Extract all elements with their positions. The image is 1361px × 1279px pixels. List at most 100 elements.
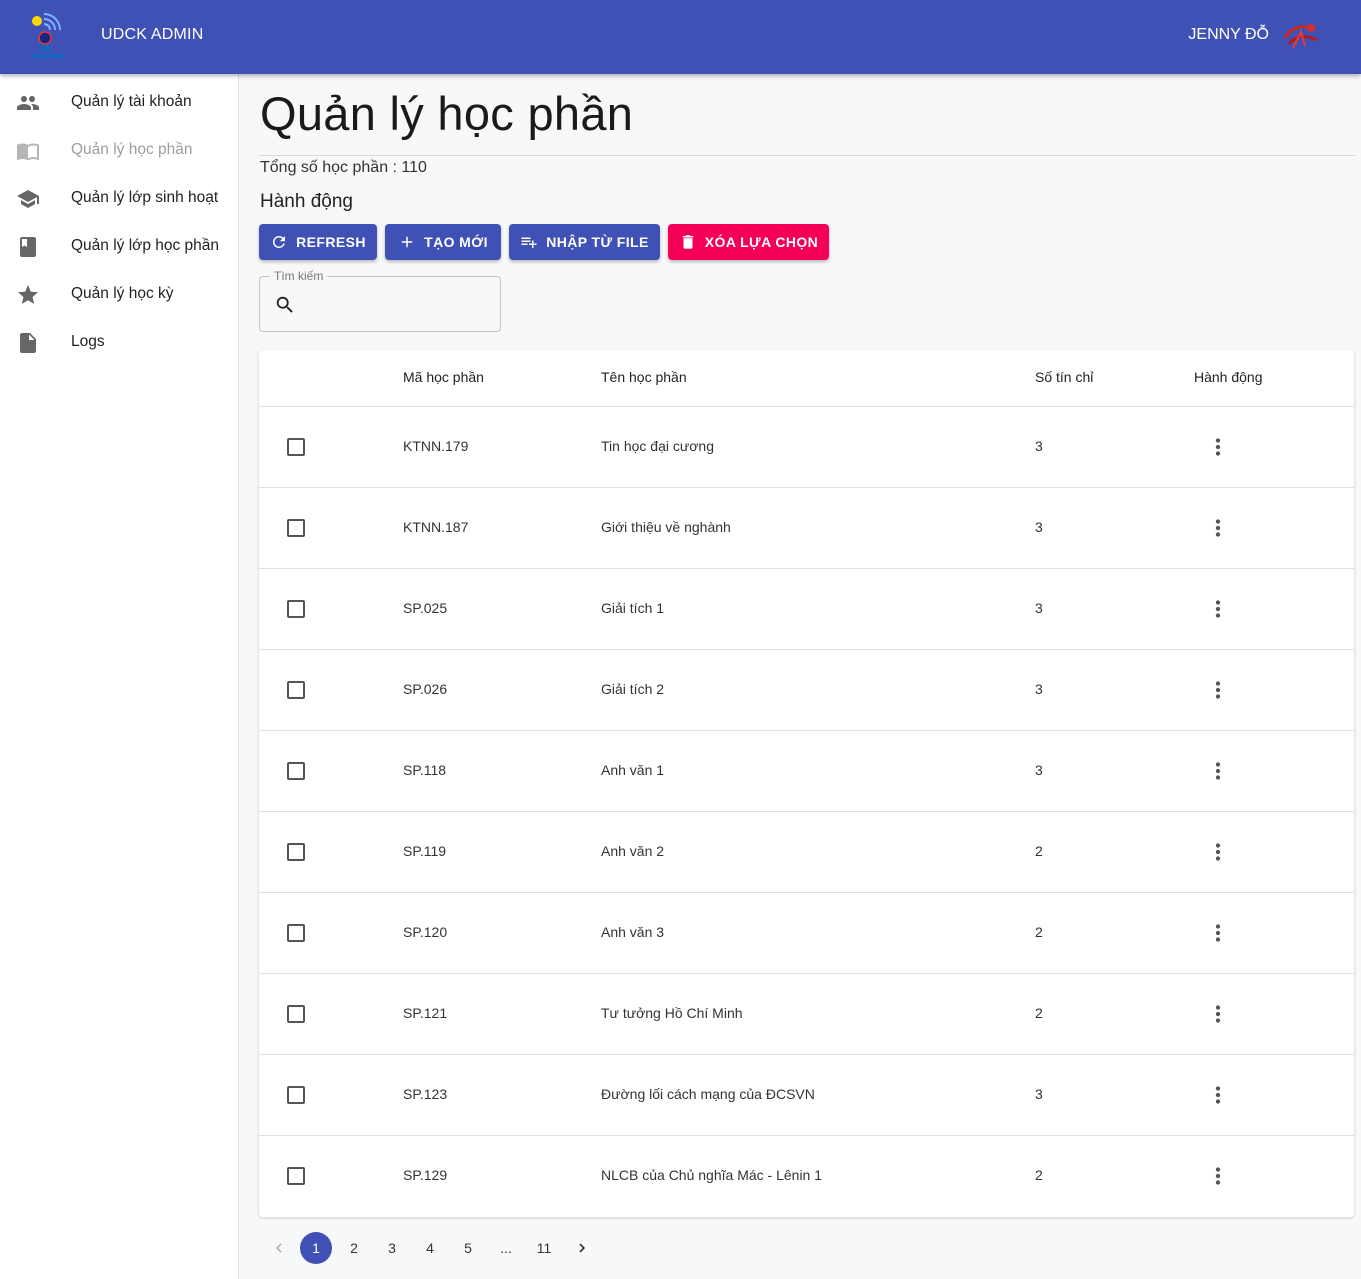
course-code: SP.123 [403, 1086, 448, 1102]
more-vert-icon[interactable] [1205, 758, 1231, 784]
table-row: SP.121 Tư tưởng Hồ Chí Minh 2 [259, 974, 1354, 1055]
course-credits: 3 [1035, 438, 1043, 454]
search-field[interactable]: Tìm kiếm [259, 269, 501, 332]
delete-selected-button[interactable]: XÓA LỰA CHỌN [668, 224, 829, 260]
table-row: SP.129 NLCB của Chủ nghĩa Mác - Lênin 1 … [259, 1136, 1354, 1217]
people-icon [17, 96, 39, 110]
table-row: KTNN.179 Tin học đại cương 3 [259, 407, 1354, 488]
file-icon [20, 333, 36, 353]
sidebar-item-label: Quản lý học phần [71, 141, 193, 158]
more-vert-icon[interactable] [1205, 920, 1231, 946]
course-name: Giải tích 2 [601, 681, 665, 697]
playlist-add-icon [521, 237, 537, 248]
more-vert-icon[interactable] [1205, 596, 1231, 622]
row-checkbox[interactable] [287, 600, 305, 618]
course-code: KTNN.179 [403, 438, 469, 454]
course-code: SP.129 [403, 1167, 448, 1183]
row-checkbox[interactable] [287, 519, 305, 537]
page-ellipsis: ... [500, 1240, 512, 1256]
row-checkbox[interactable] [287, 843, 305, 861]
course-name: Anh văn 3 [601, 924, 665, 940]
page-button[interactable]: 2 [338, 1232, 370, 1264]
more-vert-icon[interactable] [1205, 1163, 1231, 1189]
book-icon [20, 237, 36, 257]
sidebar-item-accounts[interactable]: Quản lý tài khoản [0, 79, 238, 127]
star-icon [18, 285, 38, 304]
course-name: Đường lối cách mạng của ĐCSVN [601, 1086, 815, 1102]
more-vert-icon[interactable] [1205, 1001, 1231, 1027]
create-button-label: TẠO MỚI [424, 234, 488, 250]
course-code: SP.118 [403, 762, 447, 778]
course-code: SP.026 [403, 681, 448, 697]
column-header-name[interactable]: Tên học phần [601, 369, 687, 385]
course-name: Tư tưởng Hồ Chí Minh [601, 1005, 743, 1021]
course-credits: 2 [1035, 1167, 1043, 1183]
university-logo [32, 13, 64, 58]
row-checkbox[interactable] [287, 924, 305, 942]
table-row: SP.025 Giải tích 1 3 [259, 569, 1354, 650]
more-vert-icon[interactable] [1205, 434, 1231, 460]
table-row: SP.026 Giải tích 2 3 [259, 650, 1354, 731]
refresh-button-label: REFRESH [296, 234, 366, 250]
sidebar-item-logs[interactable]: Logs [0, 319, 238, 367]
prev-page-button[interactable] [263, 1232, 295, 1264]
table-row: SP.118 Anh văn 1 3 [259, 731, 1354, 812]
sidebar-item-course-classes[interactable]: Quản lý lớp học phần [0, 223, 238, 271]
chevron-left-icon [276, 1243, 282, 1253]
course-name: NLCB của Chủ nghĩa Mác - Lênin 1 [601, 1167, 823, 1183]
course-code: SP.119 [403, 843, 447, 859]
column-header-actions: Hành động [1194, 369, 1263, 385]
course-code: SP.121 [403, 1005, 448, 1021]
page-button[interactable]: 11 [528, 1232, 560, 1264]
course-credits: 3 [1035, 681, 1043, 697]
search-icon [276, 296, 293, 313]
row-checkbox[interactable] [287, 1086, 305, 1104]
user-name[interactable]: JENNY ĐỖ [1188, 26, 1269, 44]
app-title: UDCK ADMIN [101, 26, 204, 43]
sidebar-item-semesters[interactable]: Quản lý học kỳ [0, 271, 238, 319]
import-file-button-label: NHẬP TỪ FILE [546, 234, 649, 250]
import-file-button[interactable]: NHẬP TỪ FILE [509, 224, 660, 260]
create-button[interactable]: TẠO MỚI [385, 224, 501, 260]
course-credits: 2 [1035, 924, 1043, 940]
course-credits: 2 [1035, 843, 1043, 859]
row-checkbox[interactable] [287, 1005, 305, 1023]
more-vert-icon[interactable] [1205, 839, 1231, 865]
page-button[interactable]: 1 [300, 1232, 332, 1264]
sidebar-item-label: Quản lý lớp học phần [71, 237, 220, 254]
sidebar-item-label: Logs [71, 333, 105, 350]
search-input[interactable] [304, 287, 494, 321]
refresh-button[interactable]: REFRESH [259, 224, 377, 260]
page-title: Quản lý học phần [260, 87, 634, 140]
more-vert-icon[interactable] [1205, 515, 1231, 541]
page-button[interactable]: 5 [452, 1232, 484, 1264]
refresh-icon [273, 236, 286, 248]
page-button[interactable]: 4 [414, 1232, 446, 1264]
course-name: Giải tích 1 [601, 600, 665, 616]
course-name: Tin học đại cương [601, 438, 714, 454]
table-row: SP.123 Đường lối cách mạng của ĐCSVN 3 [259, 1055, 1354, 1136]
sidebar-item-label: Quản lý học kỳ [71, 285, 174, 302]
sidebar-item-homeroom-classes[interactable]: Quản lý lớp sinh hoạt [0, 175, 238, 223]
course-credits: 3 [1035, 519, 1043, 535]
sidebar: Quản lý tài khoản Quản lý học phần Quản … [0, 74, 239, 1279]
search-label: Tìm kiếm [270, 269, 328, 283]
next-page-button[interactable] [566, 1232, 598, 1264]
column-header-credits[interactable]: Số tín chỉ [1035, 369, 1093, 385]
course-name: Giới thiệu về nghành [601, 519, 731, 535]
row-checkbox[interactable] [287, 1167, 305, 1185]
more-vert-icon[interactable] [1205, 677, 1231, 703]
trash-icon [682, 235, 694, 249]
avatar[interactable] [1281, 18, 1321, 52]
title-divider [259, 155, 1355, 156]
plus-icon [401, 236, 413, 248]
book-open-icon [17, 143, 39, 161]
row-checkbox[interactable] [287, 438, 305, 456]
course-code: SP.025 [403, 600, 448, 616]
page-button[interactable]: 3 [376, 1232, 408, 1264]
row-checkbox[interactable] [287, 762, 305, 780]
row-checkbox[interactable] [287, 681, 305, 699]
more-vert-icon[interactable] [1205, 1082, 1231, 1108]
column-header-code[interactable]: Mã học phần [403, 369, 484, 385]
sidebar-item-courses[interactable]: Quản lý học phần [0, 127, 238, 175]
